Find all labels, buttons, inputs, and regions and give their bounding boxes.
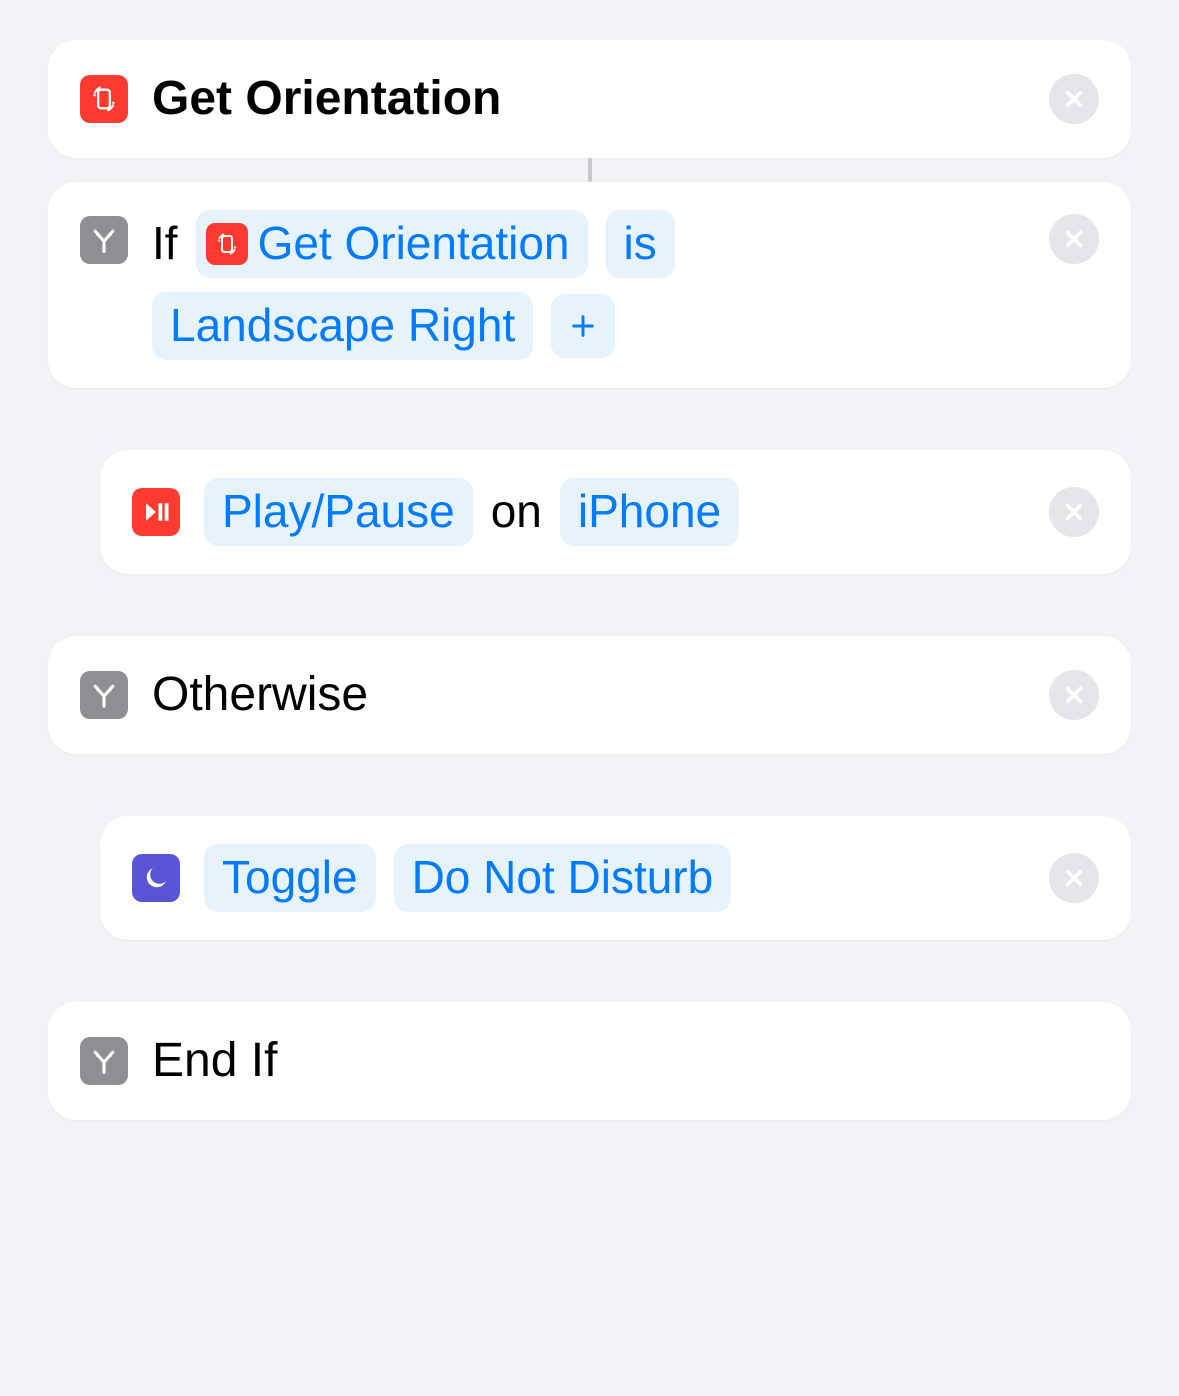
moon-icon [132,854,180,902]
delete-action-button[interactable] [1049,74,1099,124]
connector-line [588,158,592,182]
play-mode-label: Play/Pause [222,482,455,542]
delete-action-button[interactable] [1049,487,1099,537]
action-play-pause[interactable]: Play/Pause on iPhone [100,450,1131,574]
delete-action-button[interactable] [1049,853,1099,903]
orientation-icon [206,223,248,265]
play-device-label: iPhone [578,482,721,542]
action-get-orientation[interactable]: Get Orientation [48,40,1131,158]
branch-icon [80,671,128,719]
action-do-not-disturb[interactable]: Toggle Do Not Disturb [100,816,1131,940]
action-if[interactable]: If Get Orientation is Landscape Right [48,182,1131,388]
orientation-icon [80,75,128,123]
if-variable-pill[interactable]: Get Orientation [196,210,588,278]
action-title: Get Orientation [152,68,501,130]
if-variable-label: Get Orientation [258,214,570,274]
branch-icon [80,1037,128,1085]
if-operator-label: is [624,214,657,274]
play-pause-icon [132,488,180,536]
play-mode-pill[interactable]: Play/Pause [204,478,473,546]
dnd-focus-pill[interactable]: Do Not Disturb [394,844,732,912]
branch-icon [80,216,128,264]
end-if-label: End If [152,1030,277,1092]
dnd-mode-pill[interactable]: Toggle [204,844,376,912]
if-value-label: Landscape Right [170,296,515,356]
if-keyword: If [152,214,178,274]
otherwise-label: Otherwise [152,664,368,726]
if-operator-pill[interactable]: is [606,210,675,278]
dnd-mode-label: Toggle [222,848,358,908]
if-value-pill[interactable]: Landscape Right [152,292,533,360]
delete-action-button[interactable] [1049,670,1099,720]
dnd-focus-label: Do Not Disturb [412,848,714,908]
action-end-if[interactable]: End If [48,1002,1131,1120]
action-otherwise[interactable]: Otherwise [48,636,1131,754]
play-device-pill[interactable]: iPhone [560,478,739,546]
play-connector-text: on [491,482,542,542]
delete-action-button[interactable] [1049,214,1099,264]
add-condition-button[interactable] [551,294,615,358]
